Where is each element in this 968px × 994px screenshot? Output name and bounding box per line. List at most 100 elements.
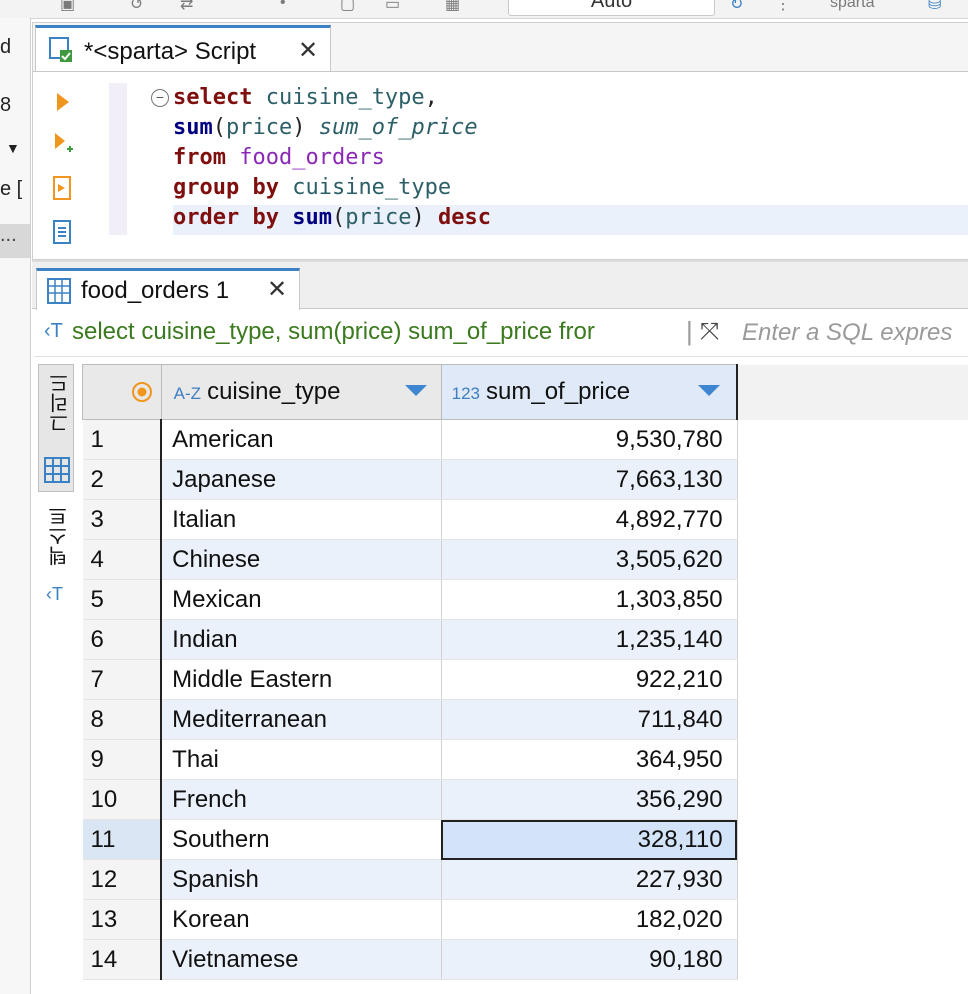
cell-sum-of-price[interactable]: 922,210: [441, 659, 738, 700]
cell-sum-of-price[interactable]: 711,840: [441, 699, 738, 740]
cell-sum-of-price[interactable]: 9,530,780: [441, 419, 738, 460]
row-number[interactable]: 2: [82, 459, 163, 500]
cell-cuisine-type[interactable]: Thai: [161, 739, 442, 780]
row-number[interactable]: 12: [82, 859, 163, 900]
cell-cuisine-type[interactable]: Italian: [161, 499, 442, 540]
cell-cuisine-type[interactable]: Indian: [161, 619, 442, 660]
active-connection[interactable]: sparta: [830, 0, 874, 12]
cell-cuisine-type[interactable]: Japanese: [161, 459, 442, 500]
monitor-icon[interactable]: ▭: [385, 0, 400, 14]
table-row[interactable]: 10 French 356,290: [82, 779, 968, 820]
table-row[interactable]: 3 Italian 4,892,770: [82, 499, 968, 540]
execute-statement-icon[interactable]: [51, 89, 73, 115]
row-number[interactable]: 11: [82, 819, 163, 860]
cell-cuisine-type[interactable]: Spanish: [161, 859, 442, 900]
cell-cuisine-type[interactable]: Mexican: [161, 579, 442, 620]
table-row[interactable]: 14 Vietnamese 90,180: [82, 939, 968, 980]
code-token: sum_of_price: [318, 115, 478, 140]
row-number[interactable]: 13: [82, 899, 163, 940]
navigator-item[interactable]: 8: [0, 94, 11, 117]
row-number-header[interactable]: [82, 364, 162, 420]
table-row[interactable]: 5 Mexican 1,303,850: [82, 579, 968, 620]
explain-plan-icon[interactable]: [51, 175, 73, 201]
more-icon[interactable]: ⋮: [775, 0, 791, 14]
cell-sum-of-price[interactable]: 182,020: [441, 899, 738, 940]
table-row[interactable]: 6 Indian 1,235,140: [82, 619, 968, 660]
load-plan-icon[interactable]: [51, 219, 73, 245]
close-icon[interactable]: ✕: [298, 36, 318, 65]
cell-cuisine-type[interactable]: American: [161, 419, 442, 460]
execute-script-icon[interactable]: [51, 131, 73, 157]
tab-script[interactable]: *<sparta> Script ✕: [35, 25, 331, 71]
table-row[interactable]: 2 Japanese 7,663,130: [82, 459, 968, 500]
code-line[interactable]: select cuisine_type,: [173, 83, 491, 113]
tab-grid-view[interactable]: 그리드: [38, 364, 74, 492]
expand-icon[interactable]: ⤧: [700, 318, 719, 346]
row-number[interactable]: 4: [82, 539, 163, 580]
close-icon[interactable]: ✕: [267, 275, 287, 304]
tab-food-orders-1[interactable]: food_orders 1 ✕: [36, 268, 300, 310]
cell-sum-of-price[interactable]: 328,110: [441, 819, 738, 860]
filter-input[interactable]: Enter a SQL expres: [742, 319, 952, 347]
cell-sum-of-price[interactable]: 1,303,850: [441, 579, 738, 620]
cell-cuisine-type[interactable]: Middle Eastern: [161, 659, 442, 700]
table-row[interactable]: 4 Chinese 3,505,620: [82, 539, 968, 580]
navigator-item[interactable]: ...: [0, 224, 17, 247]
table-row[interactable]: 11 Southern 328,110: [82, 819, 968, 860]
navigator-item[interactable]: d: [0, 36, 11, 59]
refresh-icon[interactable]: ↻: [730, 0, 743, 14]
cell-sum-of-price[interactable]: 364,950: [441, 739, 738, 780]
sql-code[interactable]: select cuisine_type, sum(price) sum_of_pr…: [173, 83, 491, 233]
sort-arrow-icon[interactable]: [698, 385, 721, 396]
commit-icon[interactable]: ▣: [60, 0, 75, 14]
row-number[interactable]: 3: [82, 499, 163, 540]
cell-sum-of-price[interactable]: 227,930: [441, 859, 738, 900]
database-icon[interactable]: ⛁: [928, 0, 941, 14]
row-number[interactable]: 7: [82, 659, 163, 700]
cell-sum-of-price[interactable]: 4,892,770: [441, 499, 738, 540]
code-line[interactable]: group by cuisine_type: [173, 173, 491, 203]
row-number[interactable]: 6: [82, 619, 163, 660]
layout-icon[interactable]: ▦: [445, 0, 460, 14]
filter-sql-text[interactable]: select cuisine_type, sum(price) sum_of_p…: [72, 318, 682, 346]
cell-cuisine-type[interactable]: French: [161, 779, 442, 820]
row-number[interactable]: 9: [82, 739, 163, 780]
row-number[interactable]: 5: [82, 579, 163, 620]
column-header-cuisine-type[interactable]: A-Z cuisine_type: [160, 364, 442, 420]
cell-cuisine-type[interactable]: Korean: [161, 899, 442, 940]
row-number[interactable]: 8: [82, 699, 163, 740]
table-row[interactable]: 12 Spanish 227,930: [82, 859, 968, 900]
table-row[interactable]: 7 Middle Eastern 922,210: [82, 659, 968, 700]
table-row[interactable]: 9 Thai 364,950: [82, 739, 968, 780]
fold-toggle-icon[interactable]: −: [151, 89, 169, 107]
transaction-mode-select[interactable]: Auto: [508, 0, 715, 16]
cell-sum-of-price[interactable]: 3,505,620: [441, 539, 738, 580]
table-row[interactable]: 1 American 9,530,780: [82, 419, 968, 460]
record-mode-icon[interactable]: [131, 381, 153, 403]
cell-sum-of-price[interactable]: 7,663,130: [441, 459, 738, 500]
cell-sum-of-price[interactable]: 356,290: [441, 779, 738, 820]
navigator-item[interactable]: e [: [0, 178, 22, 201]
cell-cuisine-type[interactable]: Mediterranean: [161, 699, 442, 740]
pin-icon[interactable]: •: [280, 0, 286, 12]
code-line[interactable]: from food_orders: [173, 143, 491, 173]
tab-text-view[interactable]: 텍스트 ‹T: [38, 506, 74, 626]
row-number[interactable]: 1: [82, 419, 163, 460]
rollback-icon[interactable]: ↺: [130, 0, 143, 14]
chevron-down-icon[interactable]: ▼: [6, 140, 20, 156]
cell-cuisine-type[interactable]: Chinese: [161, 539, 442, 580]
window-icon[interactable]: ▢: [340, 0, 355, 14]
row-number[interactable]: 10: [82, 779, 163, 820]
row-number[interactable]: 14: [82, 939, 163, 980]
cell-sum-of-price[interactable]: 90,180: [441, 939, 738, 980]
column-header-sum-of-price[interactable]: 123 sum_of_price: [440, 364, 739, 420]
sort-arrow-icon[interactable]: [404, 385, 427, 396]
cell-cuisine-type[interactable]: Vietnamese: [161, 939, 442, 980]
code-line[interactable]: order by sum(price) desc: [173, 203, 491, 233]
cell-cuisine-type[interactable]: Southern: [161, 819, 442, 860]
table-row[interactable]: 8 Mediterranean 711,840: [82, 699, 968, 740]
code-line[interactable]: sum(price) sum_of_price: [173, 113, 491, 143]
table-row[interactable]: 13 Korean 182,020: [82, 899, 968, 940]
transaction-icon[interactable]: ⇄: [180, 0, 193, 14]
cell-sum-of-price[interactable]: 1,235,140: [441, 619, 738, 660]
